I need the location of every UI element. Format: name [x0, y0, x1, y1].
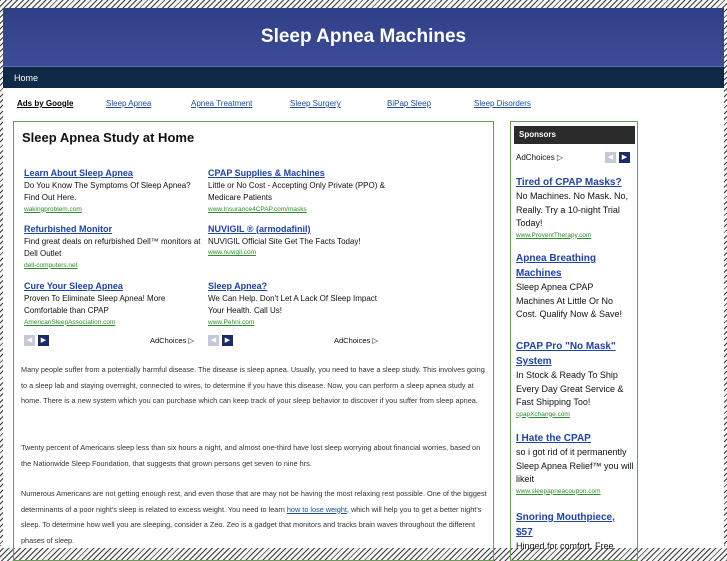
sponsor-ad-text: In Stock & Ready To Ship Every Day Great… [516, 370, 624, 407]
paragraph: Numerous Americans are not getting enoug… [21, 486, 491, 548]
adchoices-text: AdChoices [516, 153, 555, 162]
ad-title[interactable]: NUVIGIL ® (armodafinil) [208, 223, 388, 236]
sponsor-ad-title[interactable]: Tired of CPAP Masks? [516, 175, 634, 190]
ad-title[interactable]: Sleep Apnea? [208, 280, 388, 293]
next-arrow-icon[interactable]: ▶ [619, 152, 630, 163]
ad-text: Little or No Cost - Accepting Only Priva… [208, 180, 385, 203]
next-arrow-icon[interactable]: ▶ [38, 335, 49, 346]
sponsor-ad-title[interactable]: Snoring Mouthpiece, $57 [516, 510, 634, 540]
sponsor-ad-text: Sleep Apnea CPAP Machines At Little Or N… [516, 282, 623, 319]
ad-url[interactable]: dell-computers.net [24, 261, 204, 271]
adchoices-icon: ▷ [372, 336, 379, 345]
ad-block: Sleep Apnea? We Can Help. Don't Let A La… [208, 280, 388, 328]
sponsor-ad-title[interactable]: CPAP Pro "No Mask" System [516, 339, 634, 369]
ad-block: CPAP Supplies & Machines Little or No Co… [208, 167, 388, 215]
ad-url[interactable]: www.Pehni.com [208, 318, 388, 328]
ad-text: Find great deals on refurbished Dell™ mo… [24, 236, 201, 259]
nav-home-link[interactable]: Home [14, 73, 38, 83]
ad-link-sleep-surgery[interactable]: Sleep Surgery [290, 99, 341, 108]
adchoices-label[interactable]: AdChoices ▷ [334, 336, 378, 345]
adchoices-label[interactable]: AdChoices ▷ [516, 153, 563, 162]
page-title: Sleep Apnea Study at Home [22, 130, 195, 145]
ad-block: NUVIGIL ® (armodafinil) NUVIGIL Official… [208, 223, 388, 258]
adchoices-label[interactable]: AdChoices ▷ [150, 336, 194, 345]
ad-text: We Can Help. Don't Let A Lack Of Sleep I… [208, 293, 378, 316]
ad-url[interactable]: www.nuvigil.com [208, 248, 388, 258]
sponsor-ad-url[interactable]: www.ProventTherapy.com [516, 231, 634, 241]
ad-url[interactable]: wakingproblem.com [24, 205, 204, 215]
ad-block: Refurbished Monitor Find great deals on … [24, 223, 204, 271]
adchoices-text: AdChoices [150, 336, 187, 345]
prev-arrow-icon[interactable]: ◀ [24, 335, 35, 346]
ad-link-sleep-disorders[interactable]: Sleep Disorders [474, 99, 531, 108]
ad-link-apnea-treatment[interactable]: Apnea Treatment [191, 99, 252, 108]
sponsor-ad-text: Hinged for comfort. Free [516, 541, 614, 551]
prev-arrow-icon[interactable]: ◀ [208, 335, 219, 346]
paragraph: Many people suffer from a potentially ha… [21, 365, 485, 405]
sponsor-ad: Snoring Mouthpiece, $57 Hinged for comfo… [516, 510, 634, 554]
sponsor-ad-text: No Machines. No Mask. No, Really. Try a … [516, 191, 629, 228]
sponsor-ad-url[interactable]: cpapXchange.com [516, 410, 634, 420]
ad-url[interactable]: AmericanSleepAssociation.com [24, 318, 204, 328]
sponsors-sidebar: Sponsors AdChoices ▷ ◀ ▶ Tired of CPAP M… [510, 121, 638, 561]
ad-title[interactable]: Cure Your Sleep Apnea [24, 280, 204, 293]
adchoices-icon: ▷ [188, 336, 195, 345]
ad-url[interactable]: www.Insurance4CPAP.com/masks [208, 205, 388, 215]
sponsor-ad-text: so i got rid of it permanently Sleep Apn… [516, 447, 634, 484]
ad-title[interactable]: CPAP Supplies & Machines [208, 167, 388, 180]
prev-arrow-icon[interactable]: ◀ [605, 152, 616, 163]
ad-link-sleep-apnea[interactable]: Sleep Apnea [106, 99, 151, 108]
ad-title[interactable]: Refurbished Monitor [24, 223, 204, 236]
lose-weight-link[interactable]: how to lose weight [287, 505, 347, 514]
sponsor-ad: I Hate the CPAP so i got rid of it perma… [516, 431, 634, 497]
ad-link-bipap-sleep[interactable]: BiPap Sleep [387, 99, 431, 108]
ad-pager: ◀ ▶ [24, 335, 49, 346]
site-title[interactable]: Sleep Apnea Machines [261, 26, 466, 48]
ad-pager: ◀ ▶ [605, 152, 630, 163]
ad-block: Learn About Sleep Apnea Do You Know The … [24, 167, 204, 215]
adchoices-text: AdChoices [334, 336, 371, 345]
ad-pager: ◀ ▶ [208, 335, 233, 346]
ad-text: Do You Know The Symptoms Of Sleep Apnea?… [24, 180, 191, 203]
sponsor-ad: CPAP Pro "No Mask" System In Stock & Rea… [516, 339, 634, 420]
main-article: Sleep Apnea Study at Home Learn About Sl… [13, 121, 494, 561]
ad-text: Proven To Eliminate Sleep Apnea! More Co… [24, 293, 166, 316]
sponsor-ad: Tired of CPAP Masks? No Machines. No Mas… [516, 175, 634, 241]
sponsor-ad-title[interactable]: I Hate the CPAP [516, 431, 634, 446]
nav-bar: Home [3, 66, 724, 88]
ad-links-bar: Ads by Google Sleep Apnea Apnea Treatmen… [3, 88, 724, 118]
adchoices-icon: ▷ [556, 153, 564, 162]
ad-title[interactable]: Learn About Sleep Apnea [24, 167, 204, 180]
sponsor-ad-url[interactable]: www.sleepapneacoupon.com [516, 487, 634, 497]
paragraph: Twenty percent of Americans sleep less t… [21, 443, 481, 468]
ad-block: Cure Your Sleep Apnea Proven To Eliminat… [24, 280, 204, 328]
sponsor-ad-title[interactable]: Apnea Breathing Machines [516, 251, 634, 281]
site-header: Sleep Apnea Machines [3, 8, 724, 66]
page-content: Ads by Google Sleep Apnea Apnea Treatmen… [3, 88, 724, 561]
sponsors-title: Sponsors [514, 126, 635, 144]
ad-text: NUVIGIL Official Site Get The Facts Toda… [208, 236, 361, 246]
sponsor-ad: Apnea Breathing Machines Sleep Apnea CPA… [516, 251, 634, 322]
ads-by-google-label[interactable]: Ads by Google [17, 99, 73, 108]
next-arrow-icon[interactable]: ▶ [222, 335, 233, 346]
